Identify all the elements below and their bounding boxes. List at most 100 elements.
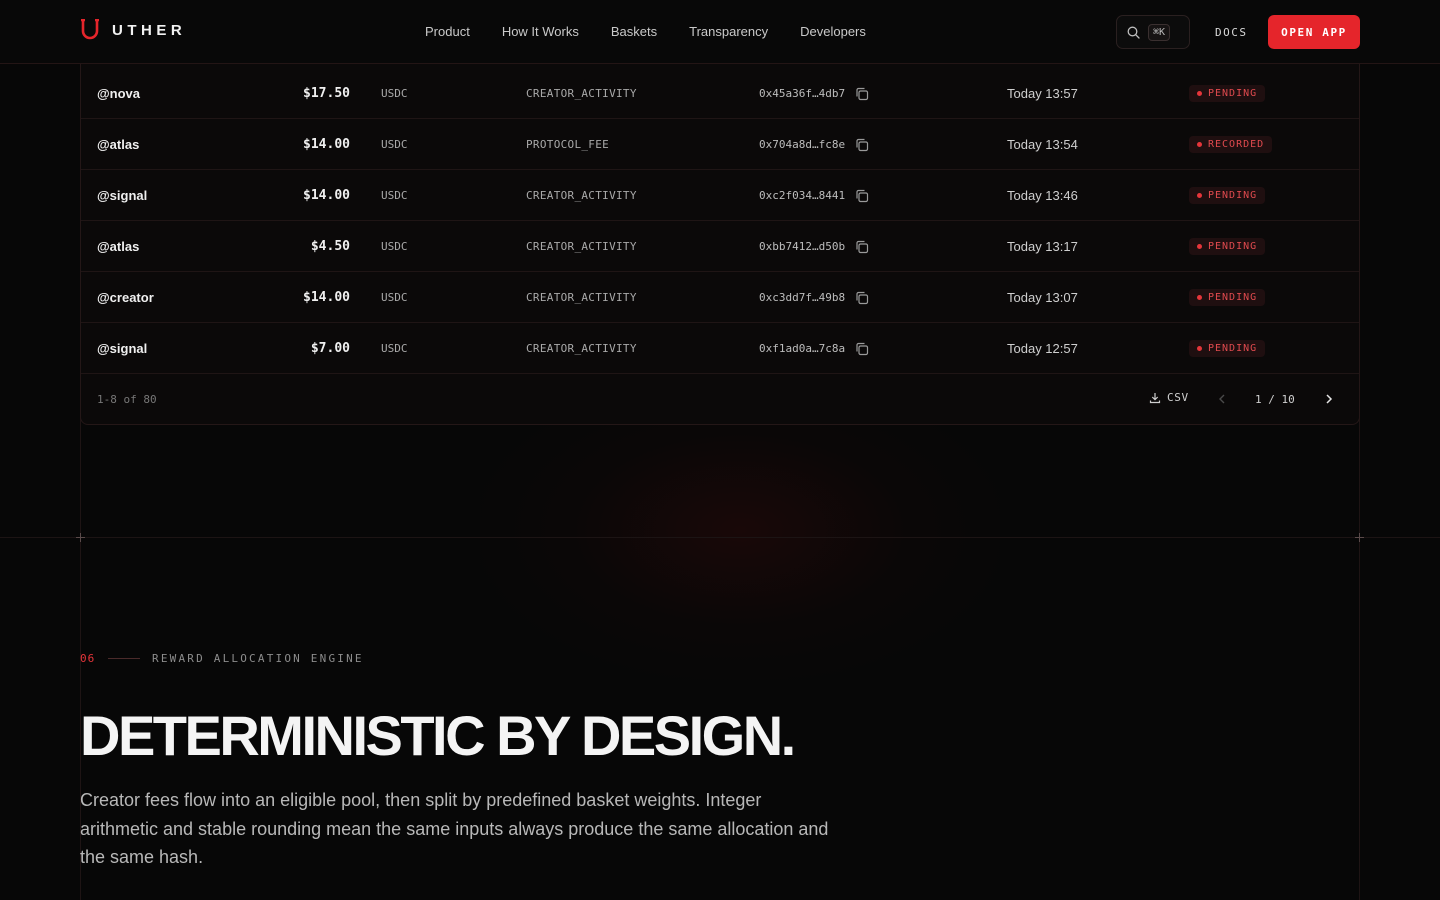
row-status: PENDING [1189, 323, 1266, 374]
open-app-button[interactable]: OPEN APP [1268, 15, 1360, 49]
row-type: CREATOR_ACTIVITY [526, 189, 637, 202]
search-shortcut-badge: ⌘K [1148, 23, 1171, 41]
status-text: PENDING [1208, 190, 1258, 201]
row-user[interactable]: @signal [97, 323, 147, 374]
copy-icon[interactable] [855, 342, 869, 356]
row-amount: $14.00 [303, 137, 350, 152]
site-header: UTHER Product How It Works Baskets Trans… [0, 0, 1440, 64]
table-row: @signal $7.00 USDC CREATOR_ACTIVITY 0xf1… [81, 323, 1359, 374]
row-hash: 0x45a36f…4db7 [759, 68, 869, 119]
row-asset: USDC [381, 342, 408, 355]
main-nav: Product How It Works Baskets Transparenc… [425, 24, 866, 39]
row-status: PENDING [1189, 170, 1266, 221]
row-user[interactable]: @atlas [97, 221, 139, 272]
row-amount: $14.00 [303, 188, 350, 203]
export-csv-button[interactable]: CSV [1149, 391, 1189, 404]
status-text: PENDING [1208, 343, 1258, 354]
row-asset: USDC [381, 138, 408, 151]
background-glow [480, 380, 1000, 680]
row-amount: $17.50 [303, 86, 350, 101]
row-asset: USDC [381, 87, 408, 100]
status-dot-icon [1197, 244, 1202, 249]
row-hash-text: 0xbb7412…d50b [759, 240, 846, 253]
row-status: PENDING [1189, 272, 1266, 323]
row-amount: $7.00 [310, 341, 350, 356]
table-row: @atlas $14.00 USDC PROTOCOL_FEE 0x704a8d… [81, 119, 1359, 170]
row-type: PROTOCOL_FEE [526, 138, 610, 151]
status-badge: PENDING [1189, 340, 1266, 357]
nav-developers[interactable]: Developers [800, 24, 866, 39]
search-button[interactable]: ⌘K [1116, 15, 1190, 49]
row-asset: USDC [381, 189, 408, 202]
docs-link[interactable]: DOCS [1215, 26, 1248, 39]
status-text: PENDING [1208, 241, 1258, 252]
status-badge: PENDING [1189, 85, 1266, 102]
row-hash-text: 0xc3dd7f…49b8 [759, 291, 846, 304]
status-badge: RECORDED [1189, 136, 1273, 153]
status-dot-icon [1197, 91, 1202, 96]
row-user[interactable]: @atlas [97, 119, 139, 170]
row-amount: $14.00 [303, 290, 350, 305]
row-status: RECORDED [1189, 119, 1273, 170]
status-badge: PENDING [1189, 187, 1266, 204]
section-headline: DETERMINISTIC BY DESIGN. [80, 704, 796, 767]
row-status: PENDING [1189, 221, 1266, 272]
row-user[interactable]: @nova [97, 68, 140, 119]
copy-icon[interactable] [855, 138, 869, 152]
table-footer: 1-8 of 80 CSV 1 / 10 [81, 375, 1359, 424]
status-dot-icon [1197, 193, 1202, 198]
copy-icon[interactable] [855, 189, 869, 203]
status-dot-icon [1197, 346, 1202, 351]
row-time: Today 13:17 [1007, 239, 1078, 254]
nav-transparency[interactable]: Transparency [689, 24, 768, 39]
pagination-range: 1-8 of 80 [97, 393, 157, 406]
section-body: Creator fees flow into an eligible pool,… [80, 790, 829, 867]
section-rule [108, 658, 140, 659]
status-text: RECORDED [1208, 139, 1265, 150]
copy-icon[interactable] [855, 240, 869, 254]
csv-label: CSV [1167, 391, 1189, 404]
row-type: CREATOR_ACTIVITY [526, 240, 637, 253]
brand-logo[interactable]: UTHER [80, 19, 186, 41]
status-dot-icon [1197, 295, 1202, 300]
status-badge: PENDING [1189, 238, 1266, 255]
chevron-right-icon[interactable] [1322, 391, 1336, 407]
row-hash: 0xc3dd7f…49b8 [759, 272, 869, 323]
row-asset: USDC [381, 291, 408, 304]
table-row: @nova $17.50 USDC CREATOR_ACTIVITY 0x45a… [81, 68, 1359, 119]
row-type: CREATOR_ACTIVITY [526, 291, 637, 304]
row-hash-text: 0xc2f034…8441 [759, 189, 846, 202]
brand-name: UTHER [112, 21, 187, 39]
pagination-indicator: 1 / 10 [1255, 393, 1295, 406]
transactions-table: @nova $17.50 USDC CREATOR_ACTIVITY 0x45a… [80, 64, 1360, 425]
row-time: Today 13:07 [1007, 290, 1078, 305]
copy-icon[interactable] [855, 291, 869, 305]
row-time: Today 12:57 [1007, 341, 1078, 356]
status-dot-icon [1197, 142, 1202, 147]
row-user[interactable]: @creator [97, 272, 154, 323]
row-status: PENDING [1189, 68, 1266, 119]
row-hash-text: 0xf1ad0a…7c8a [759, 342, 846, 355]
nav-baskets[interactable]: Baskets [611, 24, 657, 39]
copy-icon[interactable] [855, 87, 869, 101]
nav-how-it-works[interactable]: How It Works [502, 24, 579, 39]
page-current: 1 [1255, 393, 1262, 406]
row-hash-text: 0x45a36f…4db7 [759, 87, 846, 100]
row-hash: 0xbb7412…d50b [759, 221, 869, 272]
row-time: Today 13:57 [1007, 86, 1078, 101]
table-row: @atlas $4.50 USDC CREATOR_ACTIVITY 0xbb7… [81, 221, 1359, 272]
row-hash: 0x704a8d…fc8e [759, 119, 869, 170]
table-row: @signal $14.00 USDC CREATOR_ACTIVITY 0xc… [81, 170, 1359, 221]
nav-product[interactable]: Product [425, 24, 470, 39]
row-user[interactable]: @signal [97, 170, 147, 221]
row-time: Today 13:46 [1007, 188, 1078, 203]
section-number: 06 [80, 652, 96, 665]
row-hash-text: 0x704a8d…fc8e [759, 138, 846, 151]
row-hash: 0xc2f034…8441 [759, 170, 869, 221]
status-text: PENDING [1208, 292, 1258, 303]
page-total: 10 [1281, 393, 1295, 406]
crosshair-marker-right [1355, 533, 1364, 542]
table-row: @creator $14.00 USDC CREATOR_ACTIVITY 0x… [81, 272, 1359, 323]
chevron-left-icon[interactable] [1215, 391, 1229, 407]
search-icon [1127, 26, 1140, 39]
